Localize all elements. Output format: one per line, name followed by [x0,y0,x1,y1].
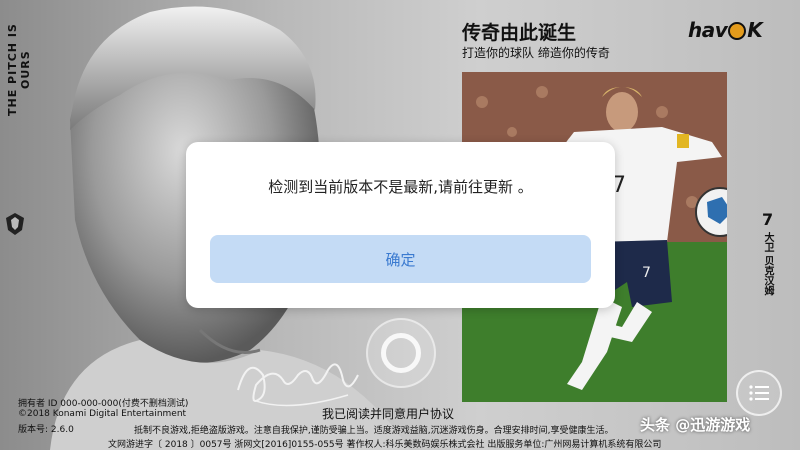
watermark: 头条 @迅游游戏 [640,416,751,434]
logo-text-right: K [747,18,763,42]
slogan-vertical: THE PITCH IS OURS [6,23,32,117]
version-label: 版本号: 2.6.0 [18,425,74,435]
page-title: 传奇由此诞生 [462,22,577,44]
page-subtitle: 打造你的球队 缔造你的传奇 [462,46,610,60]
logo-o-icon [728,22,747,40]
agreement-link[interactable]: 我已阅读并同意用户协议 [322,405,454,422]
menu-button[interactable] [736,370,782,416]
license-info: 文网游进字〔 2018 〕0057号 浙网文[2016]0155-055号 著作… [108,440,662,450]
dialog-message: 检测到当前版本不是最新,请前往更新 。 [268,178,533,196]
player-number: 7 [762,210,774,229]
update-dialog: 检测到当前版本不是最新,请前往更新 。 确定 [186,142,615,308]
svg-text:7: 7 [642,265,651,281]
player-name: 大卫 贝克汉姆 [762,232,773,296]
home-circle-icon [381,333,421,373]
copyright: ©2018 Konami Digital Entertainment [18,409,187,419]
logo-text-left: hav [688,18,728,42]
owner-id: 拥有者 ID 000-000-000(付费不删档测试) [18,399,189,409]
confirm-button[interactable]: 确定 [210,235,591,283]
menu-list-icon [749,385,769,401]
health-notice: 抵制不良游戏,拒绝盗版游戏。注意自我保护,谨防受骗上当。适度游戏益脑,沉迷游戏伤… [134,426,614,436]
home-circle-button[interactable] [366,318,436,388]
app-screen: THE PITCH IS OURS 传奇由此诞生 打造你的球队 缔造你的传奇 h… [0,0,800,450]
crest-icon [6,213,24,235]
havok-logo: hav K [688,18,763,42]
